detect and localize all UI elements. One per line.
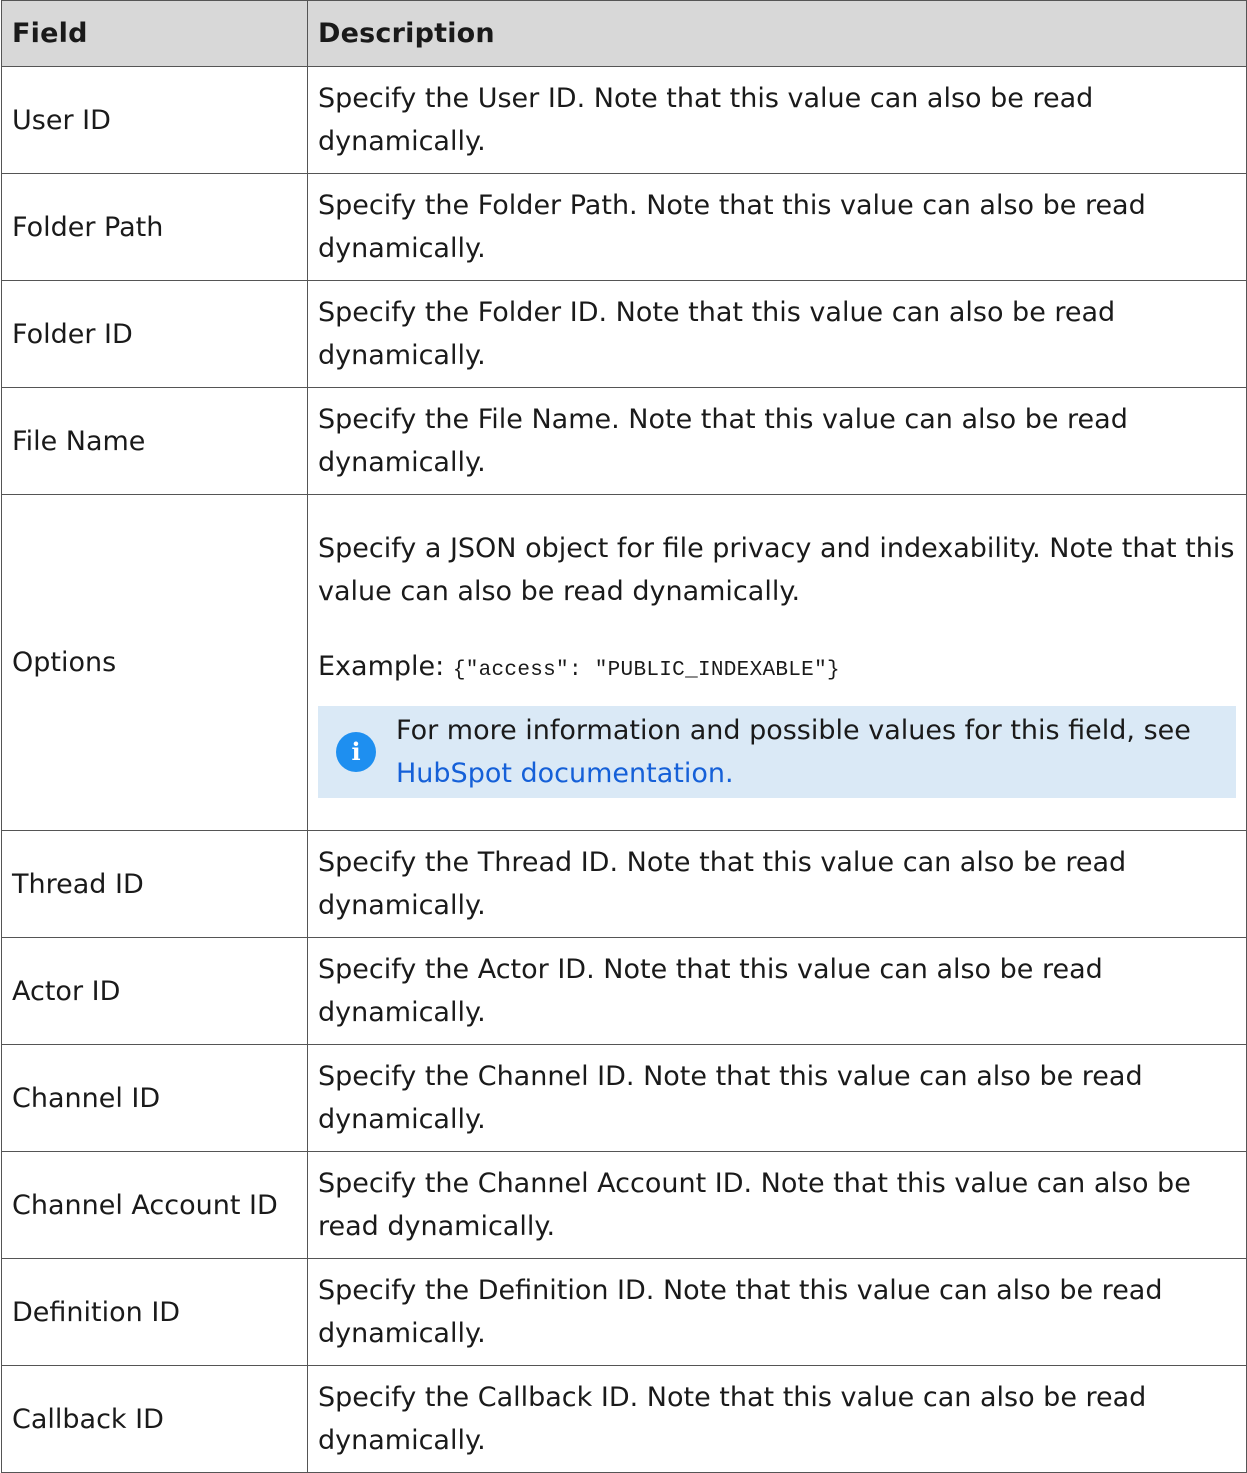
- field-description: Specify the Channel Account ID. Note tha…: [307, 1151, 1247, 1259]
- field-name: Folder ID: [1, 280, 308, 388]
- field-description: Specify the Actor ID. Note that this val…: [307, 937, 1247, 1045]
- field-description: Specify a JSON object for file privacy a…: [318, 533, 1235, 607]
- table-row: Actor ID Specify the Actor ID. Note that…: [1, 937, 1247, 1045]
- example-line: Example: {"access": "PUBLIC_INDEXABLE"}: [318, 645, 1236, 692]
- table-row: Channel Account ID Specify the Channel A…: [1, 1151, 1247, 1259]
- field-name: Folder Path: [1, 173, 308, 281]
- hubspot-documentation-link[interactable]: HubSpot documentation.: [396, 758, 734, 789]
- field-description-cell: Specify a JSON object for file privacy a…: [307, 494, 1247, 831]
- fields-table: Field Description User ID Specify the Us…: [1, 0, 1247, 1473]
- field-description: Specify the User ID. Note that this valu…: [307, 66, 1247, 174]
- field-description: Specify the Channel ID. Note that this v…: [307, 1044, 1247, 1152]
- field-name: Options: [1, 494, 308, 831]
- header-description: Description: [307, 0, 1247, 67]
- field-description: Specify the Callback ID. Note that this …: [307, 1365, 1247, 1473]
- info-note: i For more information and possible valu…: [318, 706, 1236, 798]
- table-header-row: Field Description: [1, 0, 1247, 67]
- table-row: Callback ID Specify the Callback ID. Not…: [1, 1365, 1247, 1473]
- table-row: User ID Specify the User ID. Note that t…: [1, 66, 1247, 174]
- info-note-message: For more information and possible values…: [396, 715, 1191, 746]
- field-description: Specify the Thread ID. Note that this va…: [307, 830, 1247, 938]
- example-code: {"access": "PUBLIC_INDEXABLE"}: [452, 659, 840, 682]
- field-description: Specify the Folder ID. Note that this va…: [307, 280, 1247, 388]
- field-name: File Name: [1, 387, 308, 495]
- info-note-text: For more information and possible values…: [396, 709, 1191, 795]
- example-label: Example:: [318, 651, 445, 682]
- info-icon: i: [336, 732, 376, 772]
- table-row: Channel ID Specify the Channel ID. Note …: [1, 1044, 1247, 1152]
- table-row: Folder Path Specify the Folder Path. Not…: [1, 173, 1247, 281]
- field-description: Specify the Definition ID. Note that thi…: [307, 1258, 1247, 1366]
- field-description: Specify the File Name. Note that this va…: [307, 387, 1247, 495]
- field-name: User ID: [1, 66, 308, 174]
- table-row: Definition ID Specify the Definition ID.…: [1, 1258, 1247, 1366]
- header-field: Field: [1, 0, 308, 67]
- field-name: Actor ID: [1, 937, 308, 1045]
- field-name: Callback ID: [1, 1365, 308, 1473]
- field-name: Thread ID: [1, 830, 308, 938]
- table-row: Folder ID Specify the Folder ID. Note th…: [1, 280, 1247, 388]
- field-description: Specify the Folder Path. Note that this …: [307, 173, 1247, 281]
- table-row: Options Specify a JSON object for file p…: [1, 494, 1247, 831]
- field-name: Definition ID: [1, 1258, 308, 1366]
- field-name: Channel Account ID: [1, 1151, 308, 1259]
- table-row: File Name Specify the File Name. Note th…: [1, 387, 1247, 495]
- field-name: Channel ID: [1, 1044, 308, 1152]
- table-row: Thread ID Specify the Thread ID. Note th…: [1, 830, 1247, 938]
